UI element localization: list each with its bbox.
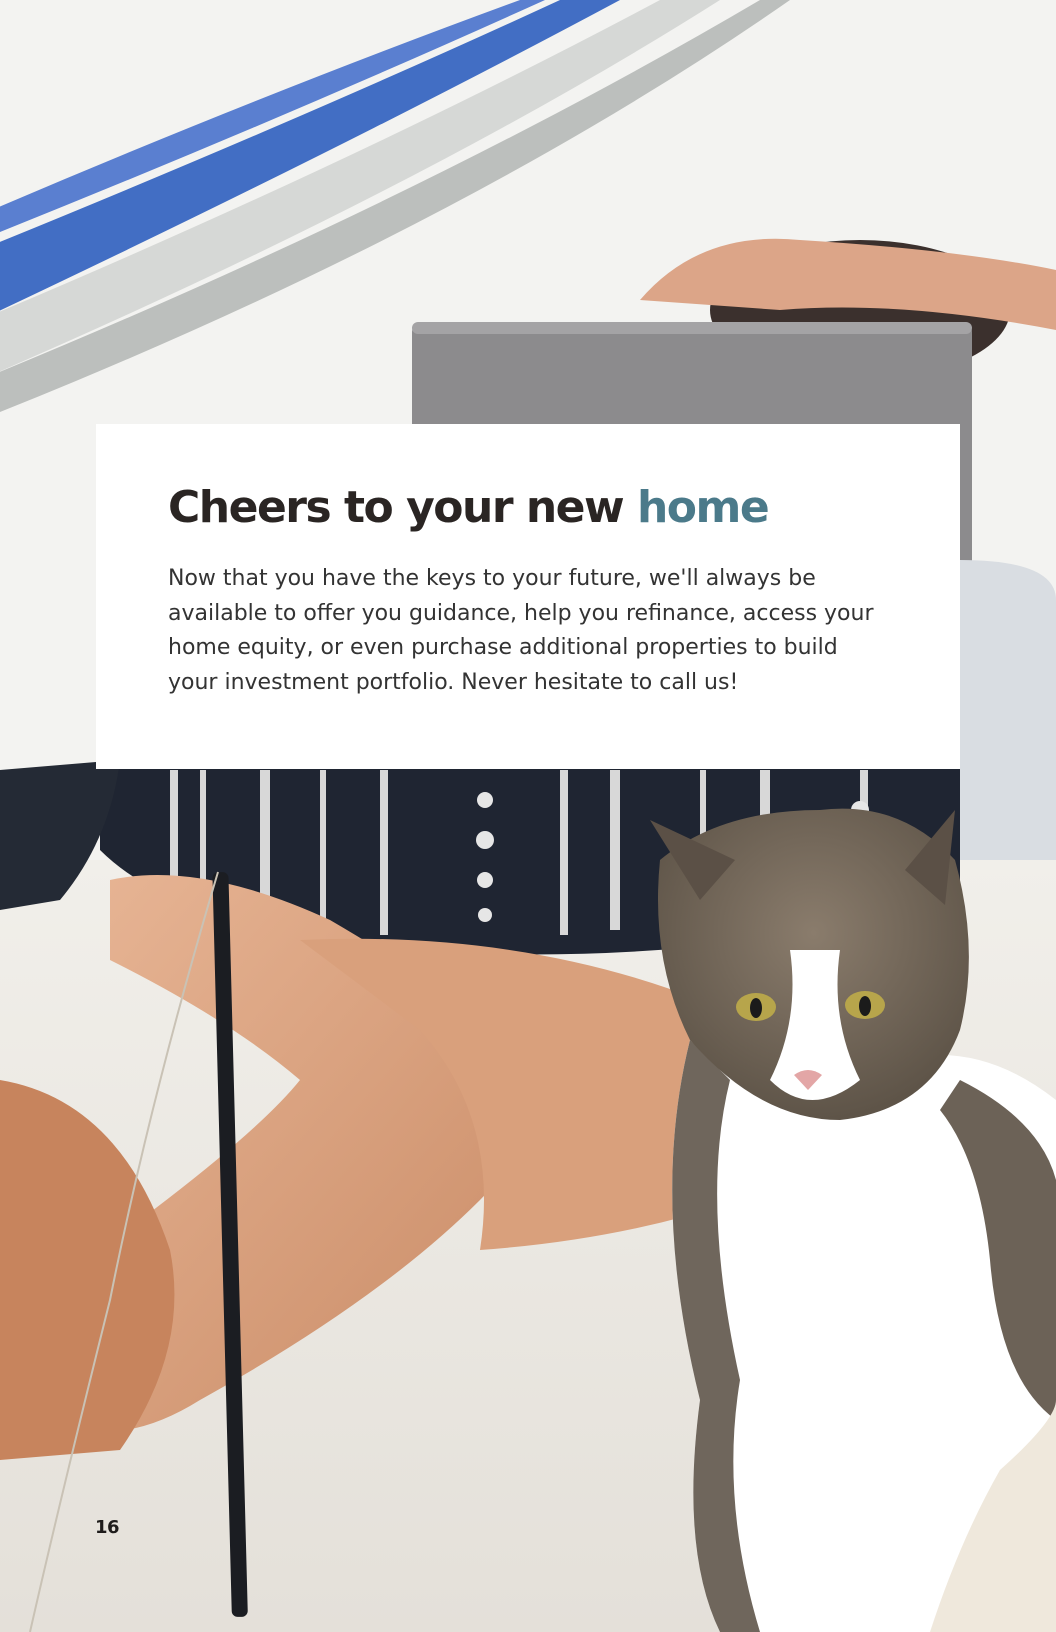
- body-paragraph: Now that you have the keys to your futur…: [168, 566, 874, 695]
- page-title: Cheers to your new home: [168, 482, 888, 533]
- title-main: Cheers to your new: [168, 482, 637, 533]
- brochure-page: Cheers to your new home Now that you hav…: [0, 0, 1056, 1632]
- title-accent: home: [636, 482, 770, 533]
- page-number: 16: [95, 1517, 120, 1538]
- background-photo-person-laptop-cat: [0, 0, 1056, 1632]
- content-card: Cheers to your new home Now that you hav…: [96, 424, 960, 769]
